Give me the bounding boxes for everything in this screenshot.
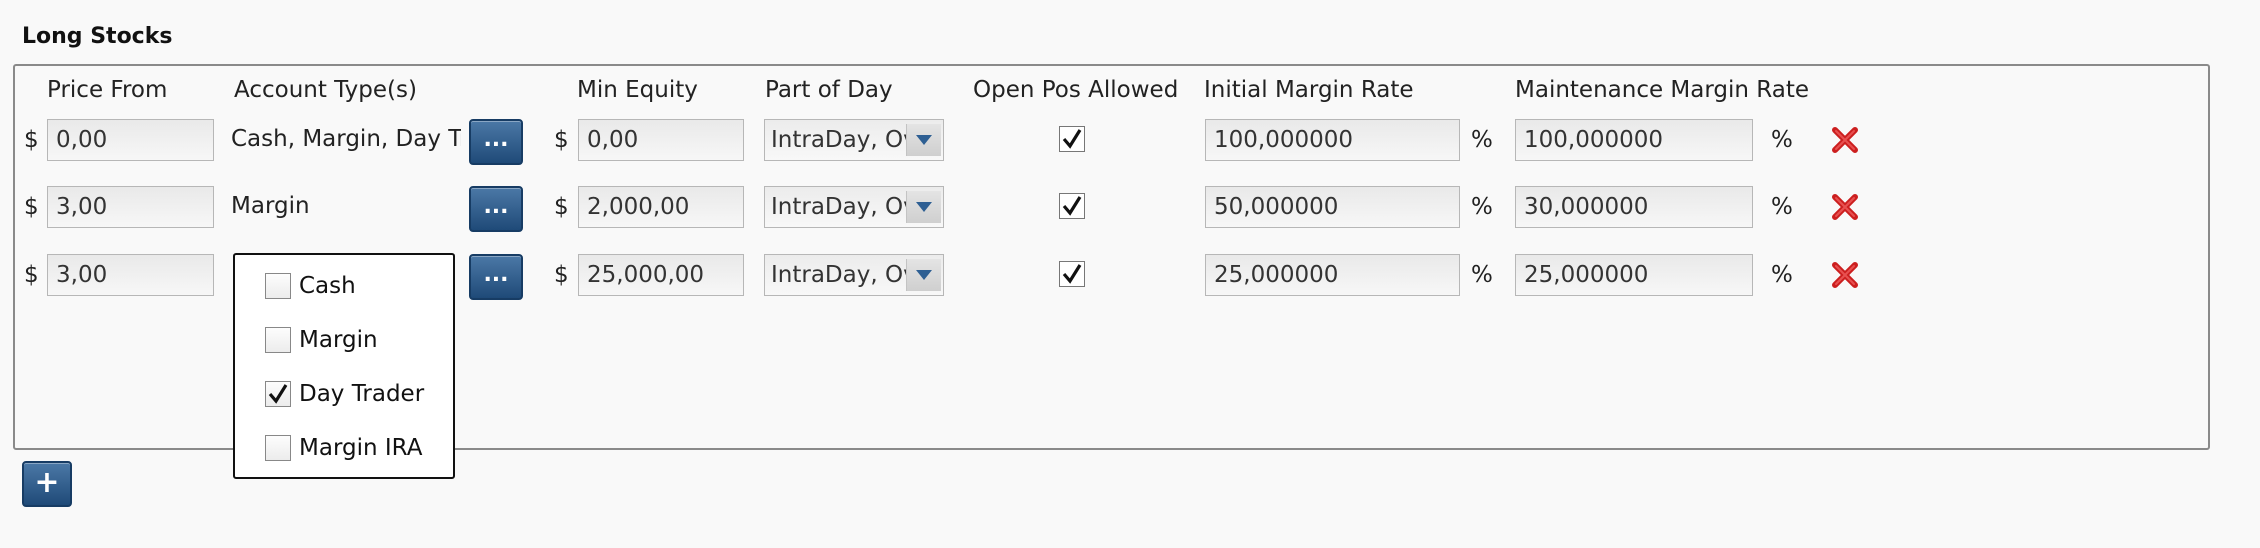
part-of-day-value: IntraDay, Overnight [771,262,911,288]
checkbox[interactable] [265,381,291,407]
delete-icon[interactable] [1830,125,1860,155]
price-from-input[interactable]: 0,00 [47,119,214,161]
part-of-day-select[interactable]: IntraDay, Overnight [764,254,944,296]
currency-symbol: $ [554,127,569,153]
option-label: Margin [299,327,378,353]
percent-symbol: % [1771,262,1793,288]
delete-icon[interactable] [1830,192,1860,222]
header-initial-margin-rate: Initial Margin Rate [1204,77,1414,103]
account-types-text: Cash, Margin, Day Trader [231,126,461,152]
add-row-button[interactable]: + [22,461,72,507]
checkmark-icon [1062,264,1082,284]
price-from-input[interactable]: 3,00 [47,186,214,228]
header-min-equity: Min Equity [577,77,698,103]
account-types-picker-button[interactable]: ... [469,186,523,232]
currency-symbol: $ [554,194,569,220]
maintenance-margin-rate-input[interactable]: 25,000000 [1515,254,1753,296]
percent-symbol: % [1771,194,1793,220]
open-pos-allowed-checkbox[interactable] [1059,261,1085,287]
option-label: Cash [299,273,356,299]
currency-symbol: $ [554,262,569,288]
account-types-picker-button[interactable]: ... [469,254,523,300]
checkmark-icon [1062,129,1082,149]
currency-symbol: $ [24,262,39,288]
section-title: Long Stocks [22,24,173,49]
part-of-day-select[interactable]: IntraDay, Overnight [764,186,944,228]
percent-symbol: % [1471,194,1493,220]
account-types-popup: Cash Margin Day Trader Margin IRA [233,253,455,479]
option-label: Day Trader [299,381,425,407]
percent-symbol: % [1471,127,1493,153]
min-equity-input[interactable]: 2,000,00 [578,186,744,228]
header-part-of-day: Part of Day [765,77,893,103]
table-row: $ 0,00 Cash, Margin, Day Trader ... $ 0,… [0,119,2260,165]
percent-symbol: % [1471,262,1493,288]
header-open-pos-allowed: Open Pos Allowed [973,77,1179,103]
maintenance-margin-rate-input[interactable]: 100,000000 [1515,119,1753,161]
currency-symbol: $ [24,127,39,153]
part-of-day-value: IntraDay, Overnight [771,127,911,153]
part-of-day-value: IntraDay, Overnight [771,194,911,220]
account-types-picker-button[interactable]: ... [469,119,523,165]
open-pos-allowed-checkbox[interactable] [1059,193,1085,219]
maintenance-margin-rate-input[interactable]: 30,000000 [1515,186,1753,228]
header-account-types: Account Type(s) [234,77,417,103]
chevron-down-icon[interactable] [906,124,941,156]
chevron-down-icon[interactable] [906,191,941,223]
checkmark-icon [1062,196,1082,216]
initial-margin-rate-input[interactable]: 100,000000 [1205,119,1460,161]
checkmark-icon [268,384,288,404]
header-maintenance-margin-rate: Maintenance Margin Rate [1515,77,1810,103]
part-of-day-select[interactable]: IntraDay, Overnight [764,119,944,161]
currency-symbol: $ [24,194,39,220]
delete-icon[interactable] [1830,260,1860,290]
option-label: Margin IRA [299,435,423,461]
min-equity-input[interactable]: 0,00 [578,119,744,161]
chevron-down-icon[interactable] [906,259,941,291]
initial-margin-rate-input[interactable]: 25,000000 [1205,254,1460,296]
checkbox[interactable] [265,327,291,353]
min-equity-input[interactable]: 25,000,00 [578,254,744,296]
open-pos-allowed-checkbox[interactable] [1059,126,1085,152]
initial-margin-rate-input[interactable]: 50,000000 [1205,186,1460,228]
table-row: $ 3,00 Margin ... $ 2,000,00 IntraDay, O… [0,186,2260,232]
header-price-from: Price From [47,77,168,103]
account-types-text: Margin [231,193,310,219]
checkbox[interactable] [265,435,291,461]
checkbox[interactable] [265,273,291,299]
price-from-input[interactable]: 3,00 [47,254,214,296]
percent-symbol: % [1771,127,1793,153]
